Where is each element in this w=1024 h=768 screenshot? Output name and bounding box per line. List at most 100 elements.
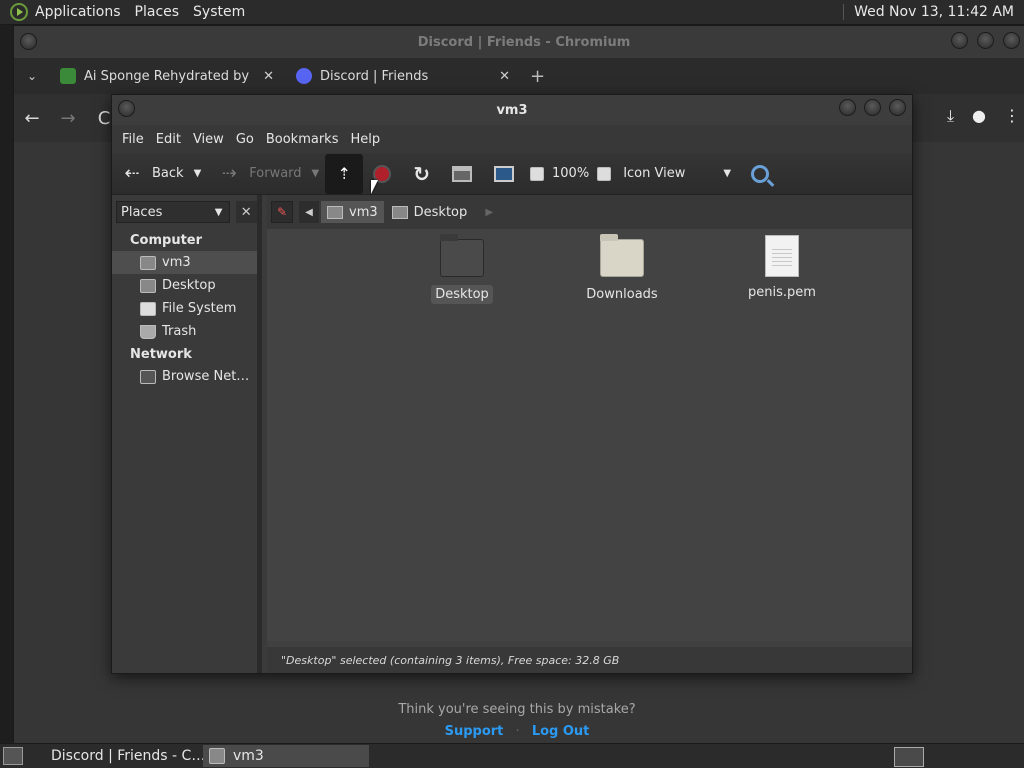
- forward-history-dropdown-icon[interactable]: ▼: [312, 168, 320, 179]
- icon-view: Desktop Downloads penis.pem: [267, 229, 912, 641]
- logout-link[interactable]: Log Out: [532, 724, 590, 739]
- file-item-pem[interactable]: penis.pem: [717, 235, 847, 302]
- folder-icon: [600, 234, 644, 277]
- reload-icon[interactable]: ↻: [413, 162, 430, 186]
- tab-strip: ⌄ Ai Sponge Rehydrated by Po ✕ Discord |…: [14, 58, 1024, 94]
- discord-favicon-icon: [296, 68, 312, 84]
- support-link[interactable]: Support: [445, 724, 504, 739]
- sidebar: Places ▼ ✕ Computer vm3 Desktop File Sys…: [112, 195, 262, 673]
- maximize-button[interactable]: [977, 32, 994, 49]
- up-button[interactable]: ⇡: [325, 153, 364, 194]
- clock[interactable]: Wed Nov 13, 11:42 AM: [843, 4, 1024, 20]
- sidebar-item-label: vm3: [162, 255, 191, 270]
- workspace-switcher[interactable]: [894, 747, 924, 767]
- sidebar-item-label: Desktop: [162, 278, 216, 293]
- menu-file[interactable]: File: [116, 132, 150, 147]
- download-icon[interactable]: ⤓: [947, 106, 954, 126]
- top-panel: Applications Places System Wed Nov 13, 1…: [0, 0, 1024, 25]
- show-desktop-icon[interactable]: [3, 747, 23, 765]
- system-menu[interactable]: System: [186, 4, 252, 20]
- zoom-level[interactable]: 100%: [552, 166, 589, 181]
- forward-button[interactable]: ⇢ Forward ▼: [217, 163, 320, 184]
- sidebar-type-select[interactable]: Places ▼: [116, 201, 230, 223]
- close-button[interactable]: [1003, 32, 1020, 49]
- taskbar-item-label: vm3: [233, 748, 264, 764]
- path-button-desktop[interactable]: Desktop: [386, 201, 474, 223]
- gnome-foot-icon[interactable]: [10, 3, 28, 21]
- link-separator: ·: [515, 724, 520, 739]
- sidebar-item-browse-network[interactable]: Browse Net…: [112, 365, 257, 388]
- menu-go[interactable]: Go: [230, 132, 260, 147]
- pathbar: ✎ ◀ vm3 Desktop ▶: [267, 195, 912, 229]
- profile-icon[interactable]: ●: [972, 106, 986, 126]
- tab-ai-sponge[interactable]: Ai Sponge Rehydrated by Po ✕: [50, 58, 286, 94]
- window-menu-button[interactable]: [20, 33, 37, 50]
- menu-edit[interactable]: Edit: [150, 132, 187, 147]
- window-menu-button[interactable]: [118, 100, 135, 117]
- page-links: Support · Log Out: [14, 724, 1020, 739]
- sidebar-item-desktop[interactable]: Desktop: [112, 274, 257, 297]
- maximize-button[interactable]: [864, 99, 881, 116]
- file-item-desktop[interactable]: Desktop: [397, 234, 527, 304]
- mistake-text: Think you're seeing this by mistake?: [398, 702, 636, 717]
- close-sidebar-icon[interactable]: ✕: [235, 201, 257, 223]
- main-pane: ✎ ◀ vm3 Desktop ▶ Desktop Downloads peni…: [267, 195, 912, 673]
- sidebar-item-file-system[interactable]: File System: [112, 297, 257, 320]
- close-tab-icon[interactable]: ✕: [499, 69, 510, 84]
- sidebar-section-network: Network: [130, 347, 192, 362]
- file-manager-body: Places ▼ ✕ Computer vm3 Desktop File Sys…: [112, 195, 912, 673]
- file-manager-titlebar[interactable]: vm3: [112, 95, 912, 125]
- menu-help[interactable]: Help: [344, 132, 386, 147]
- sidebar-item-vm3[interactable]: vm3: [112, 251, 257, 274]
- menu-bookmarks[interactable]: Bookmarks: [260, 132, 345, 147]
- back-button[interactable]: ⇠ Back ▼: [120, 163, 201, 184]
- sidebar-header: Places ▼ ✕: [112, 195, 257, 229]
- zoom-out-icon[interactable]: [530, 166, 545, 181]
- search-icon[interactable]: [751, 164, 770, 183]
- chromium-titlebar[interactable]: Discord | Friends - Chromium: [14, 26, 1024, 58]
- sidebar-item-trash[interactable]: Trash: [112, 320, 257, 343]
- back-label: Back: [152, 166, 184, 181]
- view-mode-dropdown-icon: ▼: [723, 168, 732, 179]
- tab-label: Discord | Friends: [320, 68, 429, 84]
- sidebar-section-computer: Computer: [130, 233, 203, 248]
- back-arrow-icon[interactable]: ←: [14, 108, 50, 129]
- bottom-panel: Discord | Friends - C… vm3: [0, 743, 1024, 768]
- location-edit-icon[interactable]: ✎: [271, 201, 293, 223]
- home-icon[interactable]: [452, 165, 473, 182]
- computer-icon[interactable]: [494, 165, 515, 182]
- file-label: penis.pem: [748, 285, 816, 300]
- sponge-favicon-icon: [60, 68, 76, 84]
- view-mode-label: Icon View: [623, 166, 686, 181]
- path-button-vm3[interactable]: vm3: [321, 201, 384, 223]
- close-tab-icon[interactable]: ✕: [263, 69, 274, 84]
- applications-menu[interactable]: Applications: [28, 4, 128, 20]
- menu-view[interactable]: View: [187, 132, 230, 147]
- back-history-dropdown-icon[interactable]: ▼: [194, 168, 202, 179]
- view-mode-select[interactable]: Icon View ▼: [623, 166, 731, 181]
- path-scroll-right-icon[interactable]: ▶: [479, 201, 499, 223]
- file-label: Downloads: [586, 287, 658, 302]
- minimize-button[interactable]: [839, 99, 856, 116]
- trash-icon: [140, 324, 156, 339]
- forward-arrow-icon[interactable]: →: [50, 108, 86, 129]
- file-item-downloads[interactable]: Downloads: [557, 234, 687, 304]
- desktop-folder-icon: [440, 234, 484, 277]
- desktop-folder-icon: [391, 205, 408, 219]
- folder-icon: [209, 748, 225, 764]
- minimize-button[interactable]: [951, 32, 968, 49]
- file-label: Desktop: [431, 285, 493, 304]
- tab-discord[interactable]: Discord | Friends ✕: [286, 58, 522, 94]
- path-button-label: Desktop: [413, 204, 468, 220]
- new-tab-icon[interactable]: +: [530, 66, 545, 87]
- tab-search-icon[interactable]: ⌄: [14, 69, 50, 83]
- status-bar: "Desktop" selected (containing 3 items),…: [267, 647, 912, 673]
- zoom-in-icon[interactable]: [597, 166, 612, 181]
- taskbar-item-vm3[interactable]: vm3: [203, 745, 369, 767]
- places-menu[interactable]: Places: [128, 4, 187, 20]
- kebab-menu-icon[interactable]: ⋮: [1004, 106, 1020, 126]
- taskbar-item-chromium[interactable]: Discord | Friends - C…: [37, 745, 203, 767]
- forward-arrow-icon: ⇢: [221, 163, 237, 184]
- path-scroll-left-icon[interactable]: ◀: [299, 201, 319, 223]
- close-button[interactable]: [889, 99, 906, 116]
